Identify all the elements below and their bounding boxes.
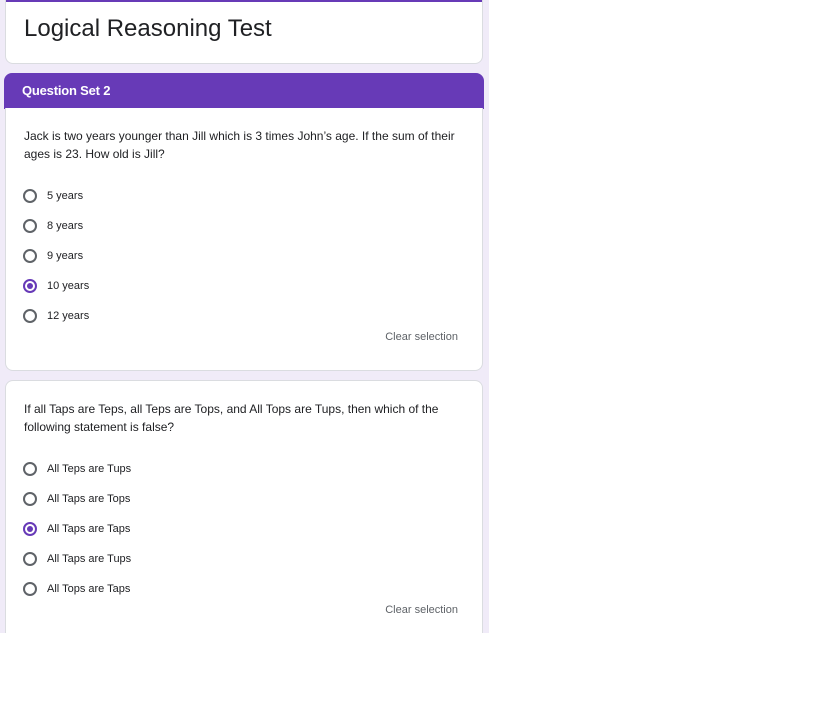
radio-option[interactable]: 12 years xyxy=(23,301,89,331)
radio-button[interactable] xyxy=(23,249,37,263)
option-label: 5 years xyxy=(47,190,84,202)
question-text: If all Taps are Teps, all Teps are Tops,… xyxy=(24,402,439,434)
radio-button[interactable] xyxy=(23,522,37,536)
option-label: All Tops are Taps xyxy=(47,583,131,595)
radio-option[interactable]: 10 years xyxy=(23,271,89,301)
form-title: Logical Reasoning Test xyxy=(24,15,272,42)
radio-button[interactable] xyxy=(23,309,37,323)
radio-option[interactable]: All Teps are Tups xyxy=(23,454,131,484)
clear-selection-button[interactable]: Clear selection xyxy=(385,331,458,343)
option-label: All Taps are Tops xyxy=(47,493,131,505)
question-card-2: If all Taps are Teps, all Teps are Tops,… xyxy=(5,380,483,650)
radio-button[interactable] xyxy=(23,189,37,203)
clear-selection-button[interactable]: Clear selection xyxy=(385,604,458,616)
question-card-1: Jack is two years younger than Jill whic… xyxy=(5,108,483,371)
radio-option[interactable]: All Taps are Tups xyxy=(23,544,131,574)
radio-option[interactable]: All Taps are Tops xyxy=(23,484,131,514)
radio-button[interactable] xyxy=(23,552,37,566)
option-label: 12 years xyxy=(47,310,90,322)
option-label: All Taps are Taps xyxy=(47,523,131,535)
radio-group: All Teps are Tups All Taps are Tops All … xyxy=(23,454,131,604)
question-text: Jack is two years younger than Jill whic… xyxy=(24,129,455,161)
section-title: Question Set 2 xyxy=(22,83,111,98)
radio-button[interactable] xyxy=(23,279,37,293)
option-label: All Taps are Tups xyxy=(47,553,132,565)
radio-group: 5 years 8 years 9 years 10 years 12 year… xyxy=(23,181,89,331)
section-header: Question Set 2 xyxy=(4,73,484,109)
radio-button[interactable] xyxy=(23,219,37,233)
radio-option[interactable]: 9 years xyxy=(23,241,89,271)
blank-area xyxy=(0,633,840,702)
option-label: All Teps are Tups xyxy=(47,463,132,475)
radio-option[interactable]: 8 years xyxy=(23,211,89,241)
form-title-card: Logical Reasoning Test xyxy=(5,0,483,64)
radio-button[interactable] xyxy=(23,462,37,476)
radio-button[interactable] xyxy=(23,492,37,506)
option-label: 10 years xyxy=(47,280,90,292)
option-label: 8 years xyxy=(47,220,84,232)
radio-option[interactable]: All Taps are Taps xyxy=(23,514,131,544)
radio-button[interactable] xyxy=(23,582,37,596)
radio-option[interactable]: All Tops are Taps xyxy=(23,574,131,604)
option-label: 9 years xyxy=(47,250,84,262)
radio-option[interactable]: 5 years xyxy=(23,181,89,211)
